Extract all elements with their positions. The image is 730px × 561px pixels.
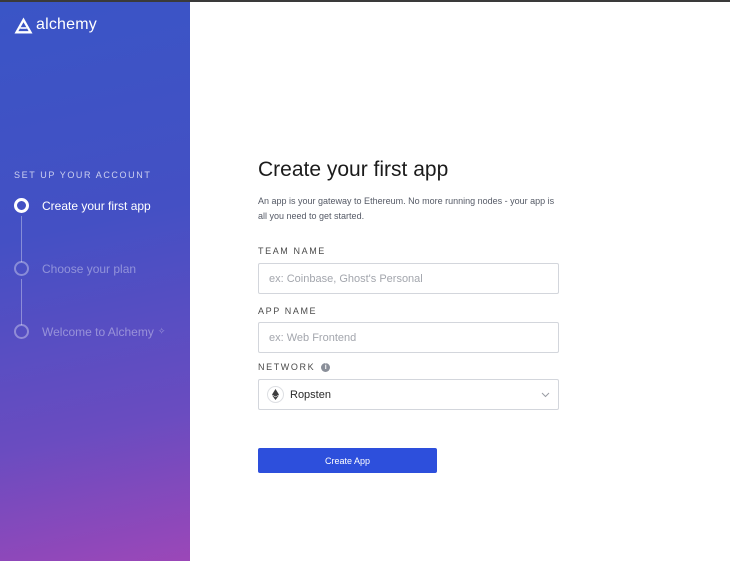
step-connector — [21, 216, 22, 262]
network-select[interactable]: Ropsten — [258, 379, 559, 410]
chevron-down-icon — [541, 392, 550, 398]
network-label: NETWORK i — [258, 362, 331, 372]
network-selected-value: Ropsten — [290, 388, 331, 401]
sidebar: alchemy SET UP YOUR ACCOUNT Create your … — [0, 2, 190, 561]
step-welcome[interactable]: Welcome to Alchemy ✧ — [14, 324, 165, 339]
brand-name: alchemy — [36, 16, 97, 33]
app-name-input[interactable] — [258, 322, 559, 353]
team-name-input[interactable] — [258, 263, 559, 294]
page-description: An app is your gateway to Ethereum. No m… — [258, 196, 555, 221]
setup-section-label: SET UP YOUR ACCOUNT — [14, 170, 152, 180]
sparkle-icon: ✧ — [157, 326, 166, 336]
app-name-label-text: APP NAME — [258, 306, 318, 316]
network-label-text: NETWORK — [258, 362, 316, 372]
app-name-label: APP NAME — [258, 306, 317, 316]
alchemy-logo-icon — [14, 17, 33, 33]
step-label: Create your first app — [42, 198, 151, 213]
step-create-first-app[interactable]: Create your first app — [14, 198, 151, 213]
create-app-button[interactable]: Create App — [258, 448, 437, 473]
team-name-label: TEAM NAME — [258, 246, 326, 256]
info-icon[interactable]: i — [321, 362, 331, 372]
ethereum-icon — [267, 386, 284, 403]
page-title: Create your first app — [258, 158, 449, 181]
step-circle-icon — [14, 324, 29, 339]
step-label: Welcome to Alchemy — [42, 324, 154, 339]
team-name-label-text: TEAM NAME — [258, 246, 326, 256]
step-choose-plan[interactable]: Choose your plan — [14, 261, 136, 276]
step-circle-icon — [14, 261, 29, 276]
brand-logo[interactable]: alchemy — [14, 16, 97, 34]
step-active-circle-icon — [14, 198, 29, 213]
step-connector — [21, 279, 22, 325]
step-label: Choose your plan — [42, 261, 137, 276]
